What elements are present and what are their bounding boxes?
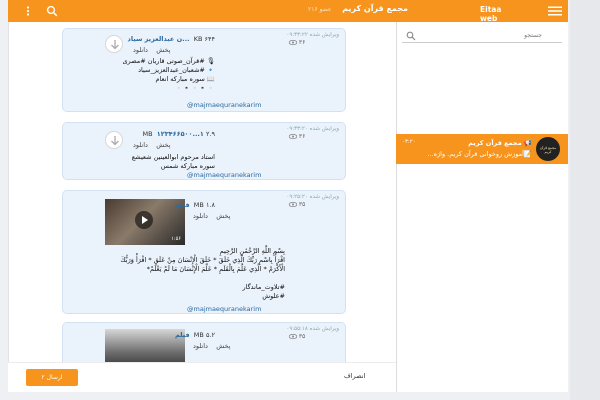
file-info: ۲.۹ MB ۱۲۳۴۶۶۵۰۰...۱: [143, 130, 215, 138]
message-bubble[interactable]: ویرایش شده ۰۹:۳۳:۲۰ ۳۶ ۲.۹ MB ۱۲۳۴۶۶۵۰۰.…: [62, 122, 346, 180]
search-icon: [406, 31, 416, 41]
eye-icon: [289, 202, 297, 207]
download-arrow-icon: [111, 40, 119, 50]
play-link[interactable]: پخش: [216, 342, 230, 350]
chat-list-pane: [396, 0, 568, 392]
download-link[interactable]: دانلود: [133, 141, 148, 149]
download-arrow-icon: [111, 136, 119, 146]
search-box: [402, 29, 562, 43]
video-thumbnail[interactable]: ۱:۵۶: [105, 199, 185, 245]
file-name: ۱۲۳۴۶۶۵۰۰...۱: [156, 130, 204, 138]
play-link[interactable]: پخش: [156, 141, 170, 149]
eye-icon: [289, 334, 297, 339]
view-count: ۳۶: [289, 39, 305, 46]
file-size: ۵.۲ MB: [193, 331, 215, 339]
hamburger-menu-icon[interactable]: [548, 6, 562, 16]
search-input[interactable]: [402, 29, 562, 42]
chat-preview: 📝آموزش روخوانی قرآن کریم. واژه...: [427, 150, 532, 158]
file-info: ۶۴۴ KB ...ن عبدالعزیز سیاد: [128, 35, 215, 43]
chat-title: 📢 مجمع قرآن کریم: [468, 139, 532, 147]
channel-link[interactable]: @majmaequranekarim: [187, 171, 261, 179]
download-link[interactable]: دانلود: [133, 46, 148, 54]
text-line: #علوش: [262, 292, 285, 300]
file-info: ۱.۸ MB فیلم: [175, 201, 215, 209]
play-icon[interactable]: [135, 211, 153, 229]
text-line: الْأَكْرَمُ * الَّذِي عَلَّمَ بِالْقَلَم…: [146, 265, 285, 273]
message-meta: ویرایش شده ۰۹:۵۵:۱۸: [286, 326, 339, 332]
message-text: بِسْمِ اللَّهِ الرَّحْمَٰنِ الرَّحِيمِ ا…: [120, 247, 285, 301]
text-line: سوره مبارکه شمس: [160, 162, 215, 170]
top-bar: عضو ۲۱۶ مجمع قرآن کریم Eitaa web: [8, 0, 568, 23]
download-link[interactable]: دانلود: [193, 212, 208, 220]
channel-link[interactable]: @majmaequranekarim: [187, 101, 261, 109]
text-line: 🔹 #شعبان_عبدالعزیز_سیاد: [138, 66, 215, 74]
selection-bar: ارسال ۲ انصراف: [8, 362, 396, 392]
chat-list-item[interactable]: مجمع قرآن کریم 📢 مجمع قرآن کریم 📝آموزش ر…: [396, 134, 568, 164]
file-name: ...ن عبدالعزیز سیاد: [127, 35, 190, 43]
eye-icon: [289, 134, 297, 139]
text-line: [120, 274, 285, 283]
chat-time: ۰۳:۲۰: [402, 139, 416, 145]
text-line: استاد مرحوم ابوالعینین شعیشع: [131, 153, 215, 161]
message-meta: ویرایش شده ۰۹:۳۳:۲۲: [286, 32, 339, 38]
channel-link[interactable]: @majmaequranekarim: [187, 305, 261, 313]
text-line: ▫️▪️▫️▪️▫️: [174, 84, 215, 92]
cancel-button[interactable]: انصراف: [344, 372, 365, 380]
video-duration: ۱:۵۶: [171, 236, 181, 242]
view-count: ۳۵: [289, 201, 305, 208]
view-count-value: ۳۵: [298, 201, 306, 208]
text-line: 🎙 #قرآن_صوتی قاریان #مصری: [122, 57, 215, 65]
text-line: بِسْمِ اللَّهِ الرَّحْمَٰنِ الرَّحِيمِ: [219, 247, 285, 255]
text-line: اقْرَأْ بِاسْمِ رَبِّكَ الَّذِي خَلَقَ *…: [120, 256, 285, 264]
view-count: ۳۵: [289, 333, 305, 340]
text-line: 📖 سوره مبارکه انعام: [155, 75, 215, 83]
view-count-value: ۳۶: [298, 133, 306, 140]
channel-title[interactable]: مجمع قرآن کریم: [328, 4, 408, 13]
file-actions: پخش دانلود: [193, 212, 230, 220]
more-vertical-icon[interactable]: [22, 6, 34, 16]
avatar: مجمع قرآن کریم: [536, 137, 560, 161]
message-meta: ویرایش شده ۰۹:۳۳:۲۰: [286, 126, 339, 132]
message-text: استاد مرحوم ابوالعینین شعیشع سوره مبارکه…: [132, 153, 215, 171]
view-count-value: ۳۶: [298, 39, 306, 46]
play-link[interactable]: پخش: [216, 212, 230, 220]
file-info: ۵.۲ MB فیلم: [175, 331, 215, 339]
file-actions: پخش دانلود: [133, 46, 170, 54]
file-name: فیلم: [174, 331, 190, 339]
download-button[interactable]: [105, 131, 123, 149]
view-count-value: ۳۵: [298, 333, 306, 340]
file-size: ۱.۸ MB: [193, 201, 215, 209]
download-link[interactable]: دانلود: [193, 342, 208, 350]
search-icon[interactable]: [46, 5, 58, 17]
message-bubble[interactable]: ویرایش شده ۰۹:۲۵:۲۰ ۳۵ ۱:۵۶ ۱.۸ MB فیلم …: [62, 190, 346, 314]
play-link[interactable]: پخش: [156, 46, 170, 54]
app-name: Eitaa web: [480, 5, 502, 23]
file-size: ۶۴۴ KB: [193, 35, 215, 43]
eye-icon: [289, 40, 297, 45]
forward-button[interactable]: ارسال ۲: [26, 369, 78, 386]
window-edge: [570, 0, 600, 400]
file-name: فیلم: [174, 201, 190, 209]
file-actions: پخش دانلود: [133, 141, 170, 149]
chat-title-text: مجمع قرآن کریم: [468, 139, 522, 147]
text-line: #تلاوت_ماندگار: [242, 283, 285, 291]
message-text: 🎙 #قرآن_صوتی قاریان #مصری 🔹 #شعبان_عبدال…: [122, 57, 215, 93]
avatar-label: مجمع قرآن کریم: [539, 146, 557, 154]
message-meta: ویرایش شده ۰۹:۲۵:۲۰: [286, 194, 339, 200]
view-count: ۳۶: [289, 133, 305, 140]
download-button[interactable]: [105, 35, 123, 53]
message-bubble[interactable]: ویرایش شده ۰۹:۳۳:۲۲ ۳۶ ۶۴۴ KB ...ن عبدال…: [62, 28, 346, 112]
file-actions: پخش دانلود: [193, 342, 230, 350]
